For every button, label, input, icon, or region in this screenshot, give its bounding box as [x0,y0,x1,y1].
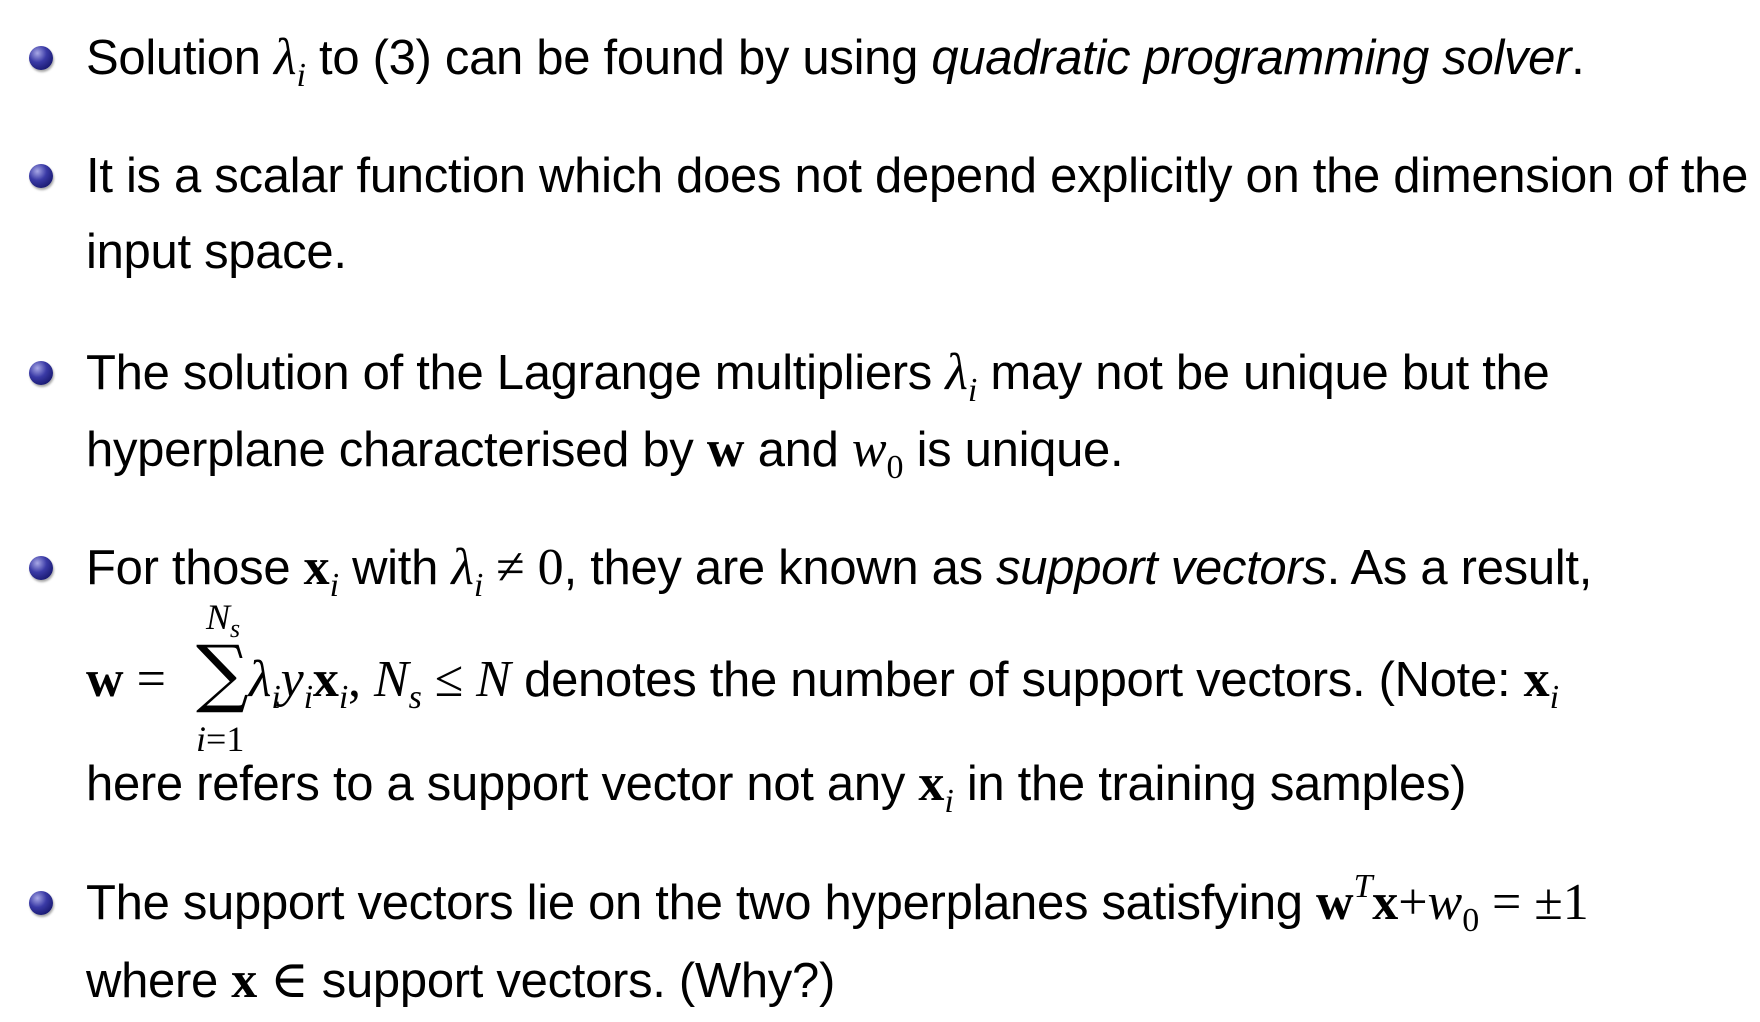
bullet-icon [29,46,53,70]
bullet-icon [29,556,53,580]
y-symbol: y [280,651,304,708]
bold-x-symbol: x [303,539,330,596]
bullet-4-line-1: For those xi with λi ≠ 0, they are known… [86,538,1592,604]
text: to (3) can be found by using [305,31,932,85]
bullet-2-line-2: input space. [86,222,347,282]
bold-x-symbol: x [918,755,945,812]
text: support vectors. (Why?) [321,954,836,1008]
equals-plus-minus-one: = ±1 [1478,874,1589,931]
bullet-3-line-1: The solution of the Lagrange multipliers… [86,343,1550,409]
bullet-5-line-1: The support vectors lie on the two hyper… [86,868,1589,939]
text: is unique. [903,423,1124,477]
bullet-5-line-2: where x ∈ support vectors. (Why?) [86,951,835,1011]
text: The solution of the Lagrange multipliers [86,346,946,400]
subscript: i [271,679,281,716]
bullet-icon [29,164,53,188]
neq-zero: ≠ 0 [483,539,564,596]
subscript: 0 [886,449,904,486]
emphasis-text: support vectors [996,541,1327,595]
bold-x-symbol: x [312,651,339,708]
equals-sign: = [123,651,179,708]
subscript: s [408,679,422,716]
text: and [744,423,852,477]
bullet-icon [29,361,53,385]
text: It is a scalar function which does not d… [86,149,1749,203]
bullet-2-line-1: It is a scalar function which does not d… [86,146,1748,206]
bold-w-symbol: w [1316,874,1354,931]
element-of-sign: ∈ [257,952,322,1009]
comma: , [347,651,374,708]
text: may not be unique but the [977,346,1550,400]
text: Solution [86,31,274,85]
subscript: i [1549,679,1559,716]
subscript: i [967,372,978,409]
w-symbol: w [851,421,887,478]
sum-sign: ∑ [196,630,249,716]
bold-x-symbol: x [1372,874,1399,931]
lambda-symbol: λ [248,651,272,708]
bullet-1-line-1: Solution λi to (3) can be found by using… [86,28,1585,94]
text: where [86,954,232,1008]
N-symbol: N [373,651,409,708]
leq-sign: ≤ [421,651,477,708]
subscript: i [338,679,348,716]
text: with [338,541,452,595]
subscript: i [296,57,306,94]
text: denotes the number of support vectors. (… [510,653,1524,707]
bullet-4-line-3: here refers to a support vector not any … [86,754,1467,820]
subscript: 0 [1462,902,1479,939]
N-symbol: N [476,651,511,708]
lambda-symbol: λ [945,344,968,401]
w-symbol: w [1427,874,1463,931]
text: . As a result, [1326,541,1593,595]
text: hyperplane characterised by [86,423,707,477]
text: For those [86,541,304,595]
text: . [1571,31,1585,85]
emphasis-text: quadratic programming solver [931,31,1572,85]
text: , they are known as [563,541,997,595]
bold-w-symbol: w [86,651,124,708]
text: here refers to a support vector not any [86,757,919,811]
bullet-3-line-2: hyperplane characterised by w and w0 is … [86,420,1124,486]
text: input space. [86,225,347,279]
bold-x-symbol: x [231,952,258,1009]
lambda-symbol: λ [274,29,297,86]
slide: Solution λi to (3) can be found by using… [0,0,1760,1022]
transpose-superscript: T [1353,868,1373,905]
text: in the training samples) [953,757,1467,811]
bold-w-symbol: w [706,421,745,478]
subscript: i [473,567,484,604]
subscript: i [944,783,954,820]
bold-x-symbol: x [1523,651,1550,708]
subscript: i [329,567,339,604]
plus-sign: + [1398,874,1428,931]
bullet-icon [29,891,53,915]
lambda-symbol: λ [451,539,474,596]
text: The support vectors lie on the two hyper… [86,876,1317,930]
subscript: i [303,679,313,716]
bullet-4-line-2: w = λiyixi, Ns ≤ N denotes the number of… [86,650,1559,716]
